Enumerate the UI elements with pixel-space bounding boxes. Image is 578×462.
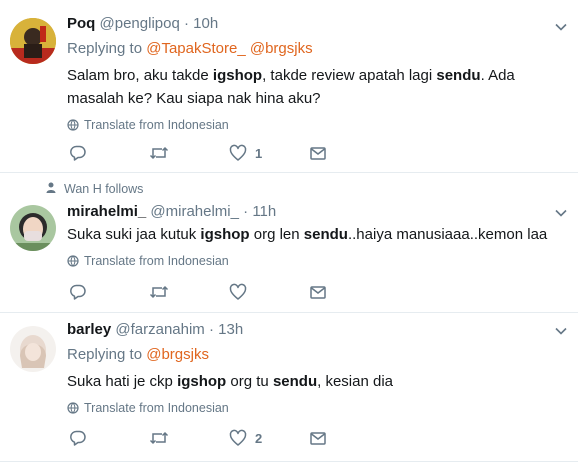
replying-label: Replying to xyxy=(67,346,143,363)
avatar[interactable] xyxy=(10,18,56,64)
tweet-header: Poq @penglipoq · 10h xyxy=(67,14,566,34)
reply-icon xyxy=(69,144,87,162)
globe-icon xyxy=(67,255,79,267)
tweet-text: Salam bro, aku takde igshop, takde revie… xyxy=(67,64,566,110)
mention-link[interactable]: @brgsjks xyxy=(250,40,313,57)
tweet-3[interactable]: barley @farzanahim · 13h Replying to @br… xyxy=(0,313,578,462)
avatar[interactable] xyxy=(10,205,56,251)
mention-link[interactable]: @brgsjks xyxy=(146,346,209,363)
like-count: 2 xyxy=(255,430,263,446)
text-segment: org tu xyxy=(226,373,273,390)
tweet-header: barley @farzanahim · 13h xyxy=(67,320,566,340)
person-icon xyxy=(46,182,56,196)
separator: · xyxy=(208,321,214,338)
like-button[interactable]: 2 xyxy=(229,429,262,447)
replying-to: Replying to @TapakStore_ @brgsjks xyxy=(67,39,566,59)
heart-icon xyxy=(229,283,247,301)
text-segment-bold: sendu xyxy=(436,67,481,84)
text-segment: , kesian dia xyxy=(317,373,394,390)
dm-button[interactable] xyxy=(309,283,327,301)
separator: · xyxy=(183,15,189,32)
envelope-icon xyxy=(309,144,327,162)
dm-button[interactable] xyxy=(309,429,327,447)
text-segment: Suka suki jaa kutuk xyxy=(67,226,201,243)
reply-button[interactable] xyxy=(69,283,87,301)
heart-icon xyxy=(229,429,247,447)
like-button[interactable]: 1 xyxy=(229,144,262,162)
envelope-icon xyxy=(309,429,327,447)
translate-label: Translate from Indonesian xyxy=(84,118,229,132)
text-segment-bold: sendu xyxy=(272,373,318,390)
text-segment-bold: igshop xyxy=(212,67,263,84)
display-name[interactable]: mirahelmi_ xyxy=(67,203,146,220)
translate-label: Translate from Indonesian xyxy=(84,401,229,415)
handle[interactable]: @farzanahim xyxy=(115,321,204,338)
separator: · xyxy=(243,203,249,220)
reply-button[interactable] xyxy=(69,144,87,162)
display-name[interactable]: Poq xyxy=(67,15,95,32)
heart-icon xyxy=(229,144,247,162)
social-context[interactable]: Wan H follows xyxy=(46,182,143,196)
handle[interactable]: @mirahelmi_ xyxy=(150,203,239,220)
translate-label: Translate from Indonesian xyxy=(84,254,229,268)
retweet-button[interactable] xyxy=(149,144,169,162)
translate-link[interactable]: Translate from Indonesian xyxy=(67,401,566,415)
avatar[interactable] xyxy=(10,326,56,372)
globe-icon xyxy=(67,119,79,131)
text-segment: Suka hati je ckp xyxy=(67,373,178,390)
like-count: 1 xyxy=(255,145,263,161)
timestamp[interactable]: 13h xyxy=(218,321,243,338)
tweet-2[interactable]: Wan H follows mirahelmi_ @mirahelmi_ · 1… xyxy=(0,173,578,312)
timestamp[interactable]: 11h xyxy=(252,203,276,220)
text-segment-bold: igshop xyxy=(177,373,227,390)
translate-link[interactable]: Translate from Indonesian xyxy=(67,254,566,268)
retweet-icon xyxy=(149,283,169,301)
retweet-button[interactable] xyxy=(149,283,169,301)
like-button[interactable] xyxy=(229,283,255,301)
retweet-button[interactable] xyxy=(149,429,169,447)
tweet-header: mirahelmi_ @mirahelmi_ · 11h xyxy=(67,202,566,222)
reply-button[interactable] xyxy=(69,429,87,447)
envelope-icon xyxy=(309,283,327,301)
retweet-icon xyxy=(149,144,169,162)
dm-button[interactable] xyxy=(309,144,327,162)
display-name[interactable]: barley xyxy=(67,321,111,338)
text-segment: ..haiya manusiaaa..kemon laa xyxy=(347,226,548,243)
retweet-icon xyxy=(149,429,169,447)
social-context-label: Wan H follows xyxy=(64,182,144,196)
text-segment-bold: igshop xyxy=(200,226,250,243)
tweet-1[interactable]: Poq @penglipoq · 10h Replying to @TapakS… xyxy=(0,0,578,172)
text-segment: , takde review apatah lagi xyxy=(262,67,437,84)
translate-link[interactable]: Translate from Indonesian xyxy=(67,118,566,132)
text-segment: Salam bro, aku takde xyxy=(67,67,213,84)
mention-link[interactable]: @TapakStore_ xyxy=(146,40,245,57)
replying-label: Replying to xyxy=(67,40,143,57)
reply-icon xyxy=(69,283,87,301)
globe-icon xyxy=(67,402,79,414)
text-segment: org len xyxy=(249,226,304,243)
replying-to: Replying to @brgsjks xyxy=(67,345,566,365)
reply-icon xyxy=(69,429,87,447)
handle[interactable]: @penglipoq xyxy=(100,15,180,32)
tweet-text: Suka suki jaa kutuk igshop org len sendu… xyxy=(67,223,566,246)
timestamp[interactable]: 10h xyxy=(193,15,218,32)
text-segment-bold: sendu xyxy=(303,226,348,243)
tweet-text: Suka hati je ckp igshop org tu sendu, ke… xyxy=(67,370,566,393)
